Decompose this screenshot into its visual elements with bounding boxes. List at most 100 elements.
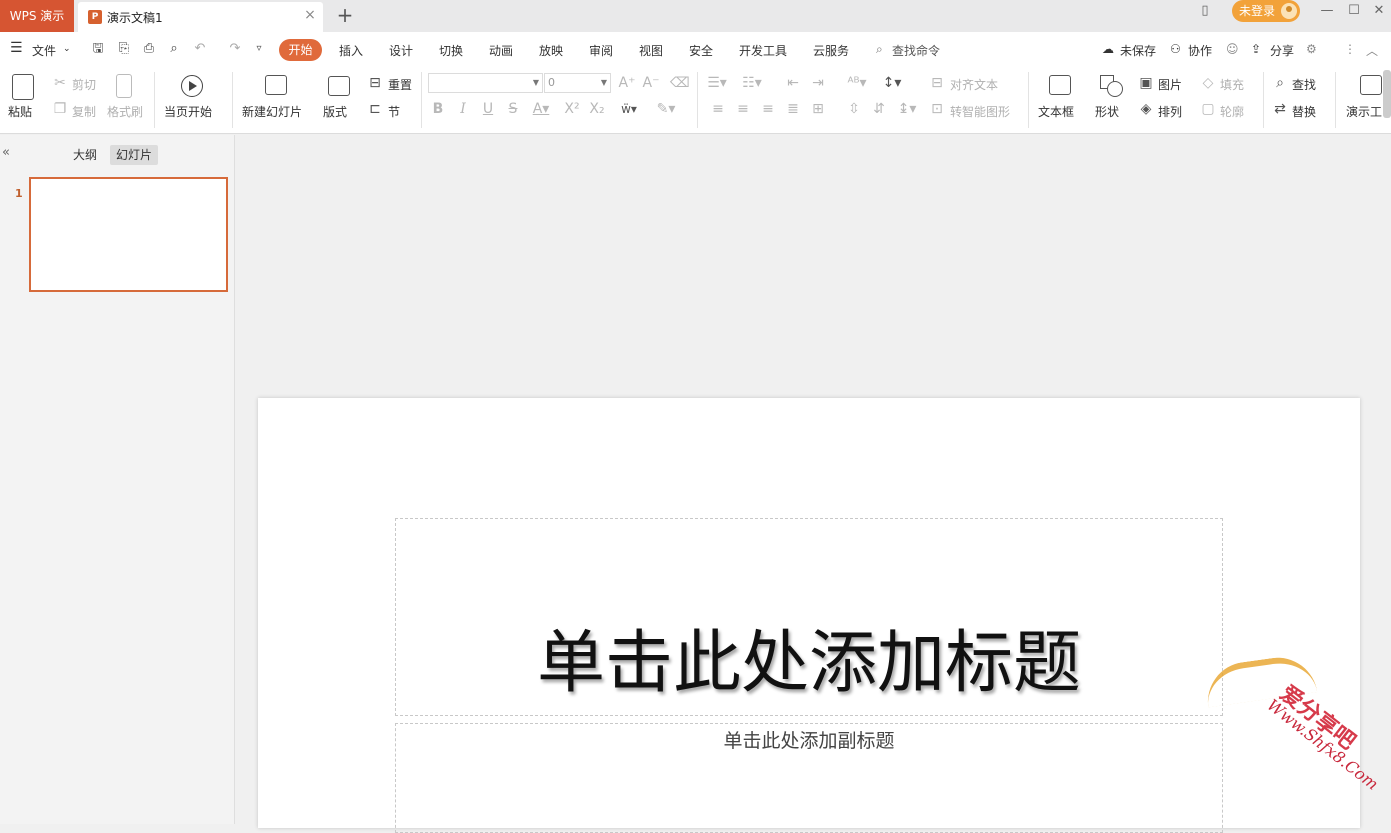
tab-review[interactable]: 审阅 [589,42,613,59]
textbox-button[interactable]: 文本框 [1038,103,1074,120]
tab-insert[interactable]: 插入 [339,42,363,59]
copy-button[interactable]: 复制 [72,103,96,120]
shape-button[interactable]: 形状 [1095,103,1119,120]
ribbon-scrollbar[interactable] [1383,70,1391,118]
tab-outline[interactable]: 大纲 [67,145,103,165]
new-tab-button[interactable]: + [335,4,355,26]
redo-icon[interactable]: ↷ [227,41,243,57]
distribute-icon[interactable]: ⊞ [809,100,827,118]
section-button[interactable]: 节 [388,103,400,120]
smart-art-button[interactable]: 转智能图形 [950,103,1010,120]
underline-icon[interactable]: U [480,100,496,118]
shrink-font-icon[interactable]: A⁻ [642,74,660,92]
undo-icon[interactable]: ↶ [192,41,208,57]
tab-security[interactable]: 安全 [689,42,713,59]
align-text-button[interactable]: 对齐文本 [950,76,998,93]
search-icon[interactable]: ⌕ [876,42,883,57]
clear-format-icon[interactable]: ⌫ [670,74,690,92]
close-window-button[interactable]: ✕ [1366,0,1391,22]
subtitle-placeholder[interactable]: 单击此处添加副标题 [395,723,1223,833]
play-from-current-button[interactable]: 当页开始 [164,103,212,120]
present-tools-icon[interactable] [1360,75,1382,95]
maximize-button[interactable]: ☐ [1341,0,1367,22]
login-button[interactable]: 未登录 [1232,0,1300,22]
print-icon[interactable]: ⎙ [141,41,157,57]
paragraph-spacing-icon[interactable]: ⇳ [845,100,863,118]
text-direction-icon[interactable]: ᴬᴮ▾ [845,74,869,92]
more-icon[interactable]: ⋮ [1344,42,1356,56]
subscript-icon[interactable]: X₂ [588,100,606,118]
font-name-combo[interactable]: ▼ [428,73,543,93]
slide-thumbnail[interactable] [29,177,228,292]
new-slide-icon[interactable] [265,75,287,95]
font-color-icon[interactable]: A▾ [530,100,552,118]
tab-transition[interactable]: 切换 [439,42,463,59]
paste-button[interactable]: 粘贴 [8,103,32,120]
close-tab-icon[interactable]: × [303,8,317,22]
bold-icon[interactable]: B [430,100,446,118]
line-spacing-icon[interactable]: ↕▾ [880,74,904,92]
highlight-icon[interactable]: ✎▾ [653,100,679,118]
textbox-icon[interactable] [1049,75,1071,95]
unsaved-status[interactable]: 未保存 [1120,42,1156,59]
slide-canvas[interactable]: 单击此处添加标题 单击此处添加副标题 [258,398,1360,833]
tab-developer[interactable]: 开发工具 [739,42,787,59]
file-menu[interactable]: 文件 [32,42,56,59]
chevron-down-icon[interactable]: ⌄ [63,44,71,54]
picture-button[interactable]: 图片 [1158,76,1182,93]
comment-icon[interactable]: ☺ [1226,42,1239,56]
increase-indent-icon[interactable]: ⇥ [809,74,827,92]
bullets-icon[interactable]: ☰▾ [705,74,729,92]
play-icon[interactable] [181,75,203,97]
minimize-button[interactable]: — [1314,0,1340,22]
align-center-icon[interactable]: ≡ [734,100,752,118]
title-placeholder[interactable]: 单击此处添加标题 [395,518,1223,716]
layout-icon[interactable] [328,76,350,96]
tab-animation[interactable]: 动画 [489,42,513,59]
customize-icon[interactable]: ▿ [251,41,267,57]
collab-button[interactable]: 协作 [1188,42,1212,59]
collapse-ribbon-icon[interactable]: ︿ [1366,42,1378,59]
paste-icon[interactable] [12,74,34,100]
tab-slideshow[interactable]: 放映 [539,42,563,59]
phonetic-icon[interactable]: ẅ▾ [618,100,640,118]
superscript-icon[interactable]: X² [563,100,581,118]
export-icon[interactable]: ⎘ [116,41,132,57]
tab-slides[interactable]: 幻灯片 [110,145,159,165]
settings-icon[interactable]: ⚙ [1306,42,1317,56]
tab-cloud[interactable]: 云服务 [813,42,849,59]
share-button[interactable]: 分享 [1270,42,1294,59]
italic-icon[interactable]: I [455,100,471,118]
format-painter-button[interactable]: 格式刷 [107,103,143,120]
justify-icon[interactable]: ≣ [784,100,802,118]
print-preview-icon[interactable]: ⌕ [166,41,182,57]
replace-button[interactable]: 替换 [1292,103,1316,120]
reset-button[interactable]: 重置 [388,76,412,93]
window-mode-icon[interactable]: ▯ [1192,0,1218,22]
hamburger-icon[interactable]: ☰ [10,40,23,56]
present-tools-button[interactable]: 演示工 [1346,103,1382,120]
new-slide-button[interactable]: 新建幻灯片 [242,103,302,120]
decrease-indent-icon[interactable]: ⇤ [784,74,802,92]
numbering-icon[interactable]: ☷▾ [740,74,764,92]
document-tab[interactable]: P 演示文稿1 × [78,2,323,32]
find-button[interactable]: 查找 [1292,76,1316,93]
app-tab[interactable]: WPS 演示 [0,0,74,32]
tab-design[interactable]: 设计 [389,42,413,59]
tab-home[interactable]: 开始 [279,39,322,61]
outline-button[interactable]: 轮廓 [1220,103,1244,120]
layout-button[interactable]: 版式 [323,103,347,120]
font-size-combo[interactable]: 0 ▼ [544,73,611,93]
fill-button[interactable]: 填充 [1220,76,1244,93]
tab-view[interactable]: 视图 [639,42,663,59]
align-left-icon[interactable]: ≡ [709,100,727,118]
spacing-before-icon[interactable]: ⇵ [870,100,888,118]
align-right-icon[interactable]: ≡ [759,100,777,118]
arrange-button[interactable]: 排列 [1158,103,1182,120]
search-command[interactable]: 查找命令 [892,42,940,59]
cut-button[interactable]: 剪切 [72,76,96,93]
grow-font-icon[interactable]: A⁺ [618,74,636,92]
save-icon[interactable]: 🖫 [90,41,106,57]
spacing-after-icon[interactable]: ↨▾ [895,100,919,118]
strikethrough-icon[interactable]: S [505,100,521,118]
